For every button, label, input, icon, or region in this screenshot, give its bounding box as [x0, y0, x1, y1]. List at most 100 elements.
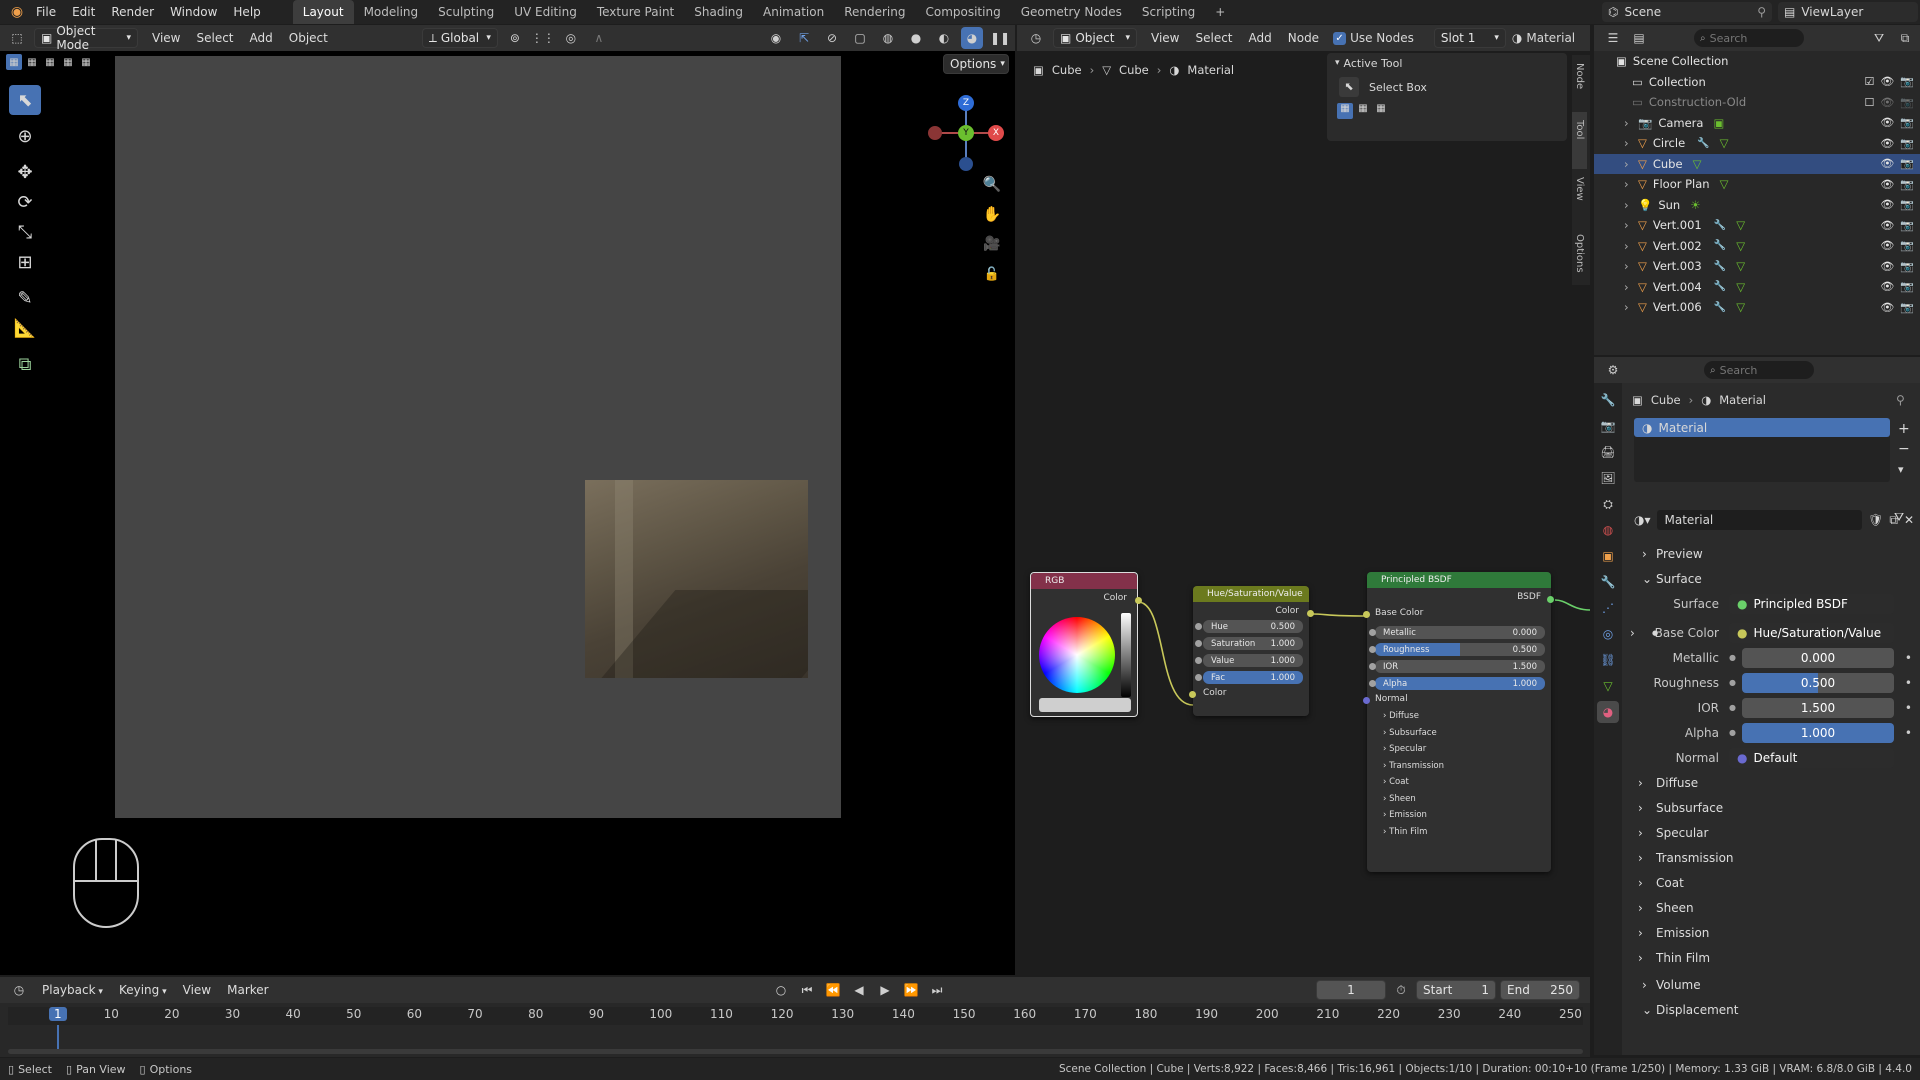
- surface-panel-coat[interactable]: › Coat: [1624, 870, 1920, 895]
- eye-icon[interactable]: 👁: [1880, 260, 1894, 273]
- outliner-item-circle[interactable]: › ▽ Circle 🔧 ▽ 👁 📷: [1594, 133, 1920, 154]
- surface-shader-field[interactable]: ● Principled BSDF: [1729, 593, 1894, 614]
- pivot-icon[interactable]: ⊚: [504, 27, 526, 49]
- mesh-data-icon[interactable]: ▽: [1736, 300, 1745, 314]
- expand-chevron-icon[interactable]: ›: [1624, 116, 1632, 130]
- material-tab-icon[interactable]: ◕: [1597, 701, 1619, 723]
- material-slot-list[interactable]: ◑ Material: [1634, 418, 1890, 482]
- normal-field[interactable]: ● Default: [1729, 747, 1894, 768]
- proportional-edit-icon[interactable]: ◎: [560, 27, 582, 49]
- modifier-icon[interactable]: 🔧: [1714, 302, 1726, 313]
- hsv-field-fac[interactable]: Fac 1.000: [1195, 671, 1303, 684]
- outliner-item-floor-plan[interactable]: › ▽ Floor Plan ▽ 👁 📷: [1594, 174, 1920, 195]
- mesh-data-icon[interactable]: ▽: [1720, 177, 1729, 191]
- pin-icon[interactable]: ⚲: [1757, 5, 1766, 19]
- render-tab-icon[interactable]: 📷: [1597, 415, 1619, 437]
- eye-icon[interactable]: 👁: [1880, 239, 1894, 252]
- stopwatch-icon[interactable]: ⏱: [1390, 979, 1412, 1001]
- workspace-tab-uv-editing[interactable]: UV Editing: [504, 0, 587, 24]
- render-camera-icon[interactable]: 📷: [1900, 301, 1914, 314]
- scene-collection-row[interactable]: ▣ Scene Collection: [1594, 51, 1920, 72]
- mode-dropdown[interactable]: ▣ Object Mode ▾: [34, 24, 138, 52]
- surface-panel-transmission[interactable]: › Transmission: [1624, 845, 1920, 870]
- xray-icon[interactable]: ▢: [849, 27, 871, 49]
- preview-section[interactable]: › Preview: [1624, 541, 1920, 566]
- volume-section[interactable]: › Volume: [1624, 972, 1920, 997]
- eye-icon[interactable]: 👁: [1880, 157, 1894, 170]
- select-intersect-icon[interactable]: ▦: [78, 54, 94, 70]
- camera-view-icon[interactable]: 🎥: [981, 233, 1003, 255]
- eye-icon[interactable]: 👁: [1880, 198, 1894, 211]
- bsdf-panel-diffuse[interactable]: › Diffuse: [1367, 708, 1551, 725]
- measure-tool-icon[interactable]: 📐: [9, 313, 41, 343]
- eye-icon[interactable]: 👁: [1880, 137, 1894, 150]
- navigation-gizmo[interactable]: Z X Y: [925, 93, 1005, 173]
- outliner-item-cube[interactable]: › ▽ Cube ▽ 👁 📷: [1594, 153, 1920, 174]
- render-camera-icon[interactable]: 📷: [1900, 198, 1914, 211]
- expand-chevron-icon[interactable]: ›: [1624, 280, 1632, 294]
- workspace-tab-compositing[interactable]: Compositing: [915, 0, 1010, 24]
- select-subtract-icon[interactable]: ▦: [42, 54, 58, 70]
- timeline-menu-marker[interactable]: Marker: [219, 979, 276, 1001]
- transform-orientation-dropdown[interactable]: ⟂ Global ▾: [421, 28, 498, 48]
- workspace-tab-shading[interactable]: Shading: [684, 0, 753, 24]
- select-invert-icon[interactable]: ▦: [60, 54, 76, 70]
- eye-icon[interactable]: 👁: [1880, 178, 1894, 191]
- rgb-node[interactable]: RGB Color: [1030, 572, 1142, 717]
- cursor-tool-icon[interactable]: ⊕: [9, 121, 41, 151]
- zoom-icon[interactable]: 🔍: [981, 173, 1003, 195]
- outliner-search-input[interactable]: [1709, 31, 1790, 45]
- jump-start-icon[interactable]: ⏮: [796, 979, 818, 1001]
- visibility-icon[interactable]: ◉: [765, 27, 787, 49]
- eye-icon[interactable]: 👁: [1880, 75, 1894, 88]
- add-slot-icon[interactable]: +: [1898, 421, 1910, 437]
- base-color-field[interactable]: ● Hue/Saturation/Value: [1729, 622, 1894, 643]
- link-icon[interactable]: ⛛: [1894, 510, 1904, 525]
- display-mode-icon[interactable]: ▤: [1628, 27, 1650, 49]
- surface-panel-diffuse[interactable]: › Diffuse: [1624, 770, 1920, 795]
- start-frame-field[interactable]: Start 1: [1416, 980, 1496, 1000]
- bsdf-roughness-socket[interactable]: [1369, 646, 1376, 653]
- blender-logo-icon[interactable]: ◉: [6, 1, 28, 23]
- close-icon[interactable]: ✕: [1904, 513, 1914, 527]
- surface-panel-emission[interactable]: › Emission: [1624, 920, 1920, 945]
- chevron-right-icon[interactable]: ›: [1630, 626, 1635, 640]
- hsv-output-socket[interactable]: [1307, 610, 1314, 617]
- bsdf-output-socket[interactable]: [1547, 596, 1554, 603]
- eye-icon[interactable]: 👁: [1880, 280, 1894, 293]
- hsv-field-hue[interactable]: Hue 0.500: [1195, 620, 1303, 633]
- modifier-tab-icon[interactable]: 🔧: [1597, 571, 1619, 593]
- property-field-roughness[interactable]: 0.500: [1741, 672, 1894, 693]
- editor-type-icon[interactable]: ⬚: [6, 27, 28, 49]
- workspace-tab-rendering[interactable]: Rendering: [834, 0, 915, 24]
- render-camera-icon[interactable]: 📷: [1900, 280, 1914, 293]
- hsv-value-socket[interactable]: [1195, 657, 1202, 664]
- rgb-output-socket[interactable]: [1135, 597, 1142, 604]
- pin-icon[interactable]: ⚲: [1896, 393, 1905, 407]
- material-datablock[interactable]: ◑▾ Material 🛡 ⧉ ✕: [1634, 510, 1914, 530]
- bsdf-ior-socket[interactable]: [1369, 663, 1376, 670]
- timeline-type-icon[interactable]: ◷: [8, 979, 30, 1001]
- bsdf-field-ior[interactable]: IOR 1.500: [1369, 660, 1545, 673]
- menu-render[interactable]: Render: [103, 1, 162, 23]
- current-frame-field[interactable]: 1: [1316, 980, 1386, 1000]
- modifier-icon[interactable]: 🔧: [1697, 138, 1709, 149]
- material-browse-icon[interactable]: ◑▾: [1634, 513, 1651, 527]
- rgb-node-header[interactable]: RGB: [1031, 573, 1137, 589]
- bsdf-node-header[interactable]: Principled BSDF: [1367, 572, 1551, 588]
- outliner-search[interactable]: ⌕: [1694, 29, 1804, 47]
- workspace-tab-modeling[interactable]: Modeling: [354, 0, 429, 24]
- surface-panel-thin-film[interactable]: › Thin Film: [1624, 945, 1920, 970]
- modifier-icon[interactable]: 🔧: [1714, 240, 1726, 251]
- outliner-item-vert-001[interactable]: › ▽ Vert.001 🔧 ▽ 👁 📷: [1594, 215, 1920, 236]
- overlay-icon[interactable]: ⊘: [821, 27, 843, 49]
- render-camera-icon[interactable]: 📷: [1900, 157, 1914, 170]
- outliner-item-collection[interactable]: ▭ Collection ☑ 👁 📷: [1594, 72, 1920, 93]
- gizmo-neg-x[interactable]: [928, 126, 942, 140]
- property-field-alpha[interactable]: 1.000: [1741, 722, 1894, 743]
- properties-search-input[interactable]: [1719, 363, 1800, 377]
- output-tab-icon[interactable]: 🖨: [1597, 441, 1619, 463]
- checkbox-icon[interactable]: ☐: [1864, 96, 1874, 109]
- bsdf-panel-emission[interactable]: › Emission: [1367, 807, 1551, 824]
- surface-panel-sheen[interactable]: › Sheen: [1624, 895, 1920, 920]
